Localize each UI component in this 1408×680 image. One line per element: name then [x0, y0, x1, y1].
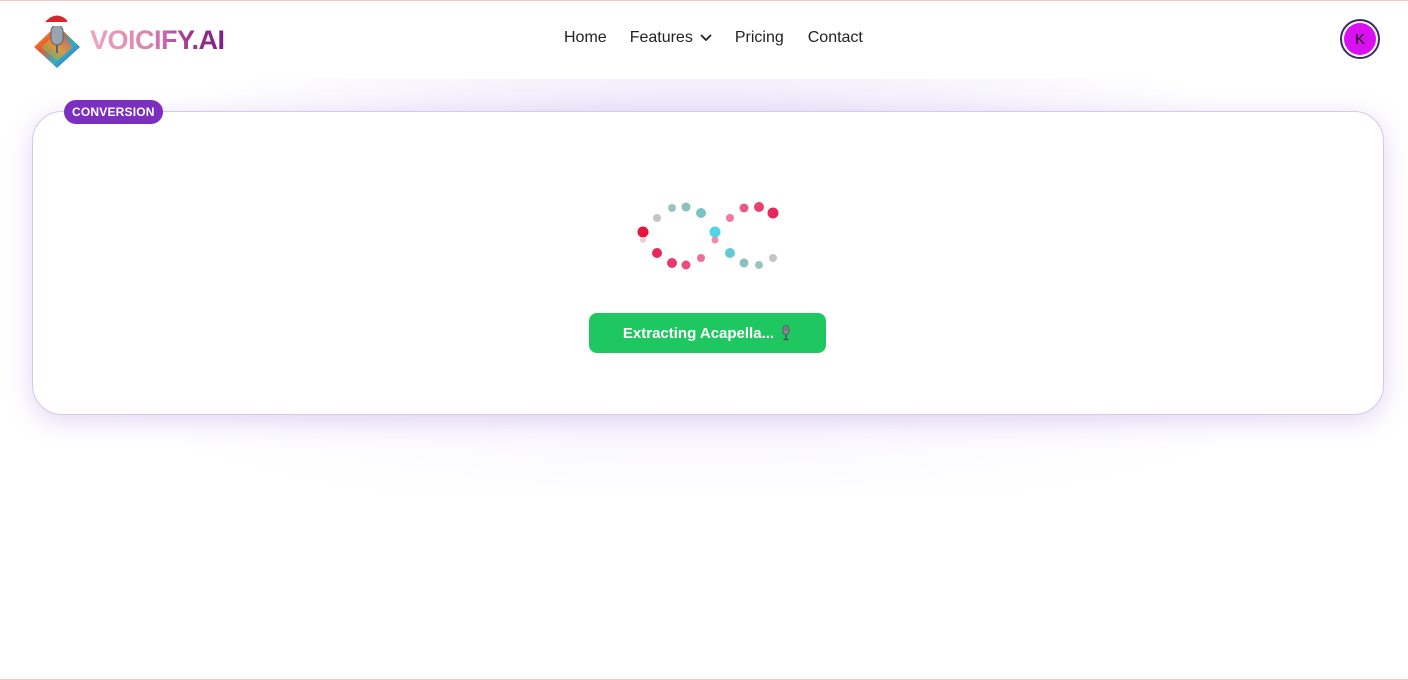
nav-home-link[interactable]: Home [564, 29, 607, 47]
avatar-initial: K [1344, 23, 1376, 55]
extracting-status-button[interactable]: Extracting Acapella... [589, 313, 826, 353]
top-navbar: VOICIFY.AI Home Features Pricing Contact… [0, 1, 1408, 79]
brand-name: VOICIFY.AI [90, 24, 225, 55]
page: VOICIFY.AI Home Features Pricing Contact… [0, 0, 1408, 680]
brand-logo[interactable]: VOICIFY.AI [32, 11, 225, 69]
infinity-dots-loader-icon [637, 202, 779, 270]
microphone-icon [782, 325, 790, 341]
nav-features-label: Features [629, 29, 693, 46]
status-text: Extracting Acapella... [622, 324, 775, 342]
user-avatar[interactable]: K [1340, 19, 1380, 59]
nav-contact-link[interactable]: Contact [808, 29, 863, 47]
microphone-logo-icon [34, 15, 80, 68]
nav-pricing-link[interactable]: Pricing [735, 29, 784, 47]
nav-features-dropdown[interactable]: Features [630, 29, 712, 47]
conversion-badge: CONVERSION [64, 100, 163, 124]
chevron-down-icon [700, 34, 712, 41]
main-nav: Home Features Pricing Contact [564, 29, 863, 47]
